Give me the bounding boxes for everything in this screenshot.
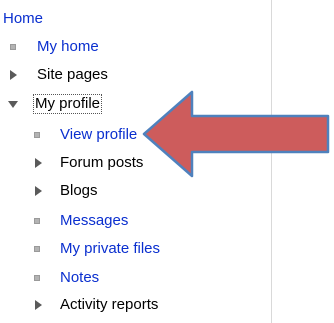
nav-item-blogs[interactable]: Blogs [0,180,260,202]
pointer-arrow-icon [142,90,330,178]
nav-item-label[interactable]: Activity reports [60,294,158,316]
bullet-icon [10,44,16,50]
nav-item-messages[interactable]: Messages [0,210,260,232]
nav-item-label[interactable]: Blogs [60,180,98,202]
nav-item-label[interactable]: My home [37,36,99,58]
bullet-icon [34,275,40,281]
nav-home-label[interactable]: Home [3,8,43,30]
nav-item-label[interactable]: My profile [33,94,103,114]
nav-item-label[interactable]: Forum posts [60,152,143,174]
expand-arrow-icon[interactable] [35,158,42,168]
nav-item-notes[interactable]: Notes [0,267,260,289]
nav-item-label[interactable]: View profile [60,124,137,146]
nav-item-label[interactable]: Notes [60,267,99,289]
collapse-arrow-icon[interactable] [8,101,18,108]
bullet-icon [34,218,40,224]
expand-arrow-icon[interactable] [35,300,42,310]
expand-arrow-icon[interactable] [10,70,17,80]
pointer-arrow-shape [142,90,330,178]
bullet-icon [34,132,40,138]
expand-arrow-icon[interactable] [35,186,42,196]
nav-item-activity-reports[interactable]: Activity reports [0,294,260,316]
nav-item-my-home[interactable]: My home [0,36,260,58]
bullet-icon [34,246,40,252]
nav-item-label[interactable]: My private files [60,238,160,260]
nav-item-my-private-files[interactable]: My private files [0,238,260,260]
nav-item-label[interactable]: Site pages [37,64,108,86]
nav-item-label[interactable]: Messages [60,210,128,232]
